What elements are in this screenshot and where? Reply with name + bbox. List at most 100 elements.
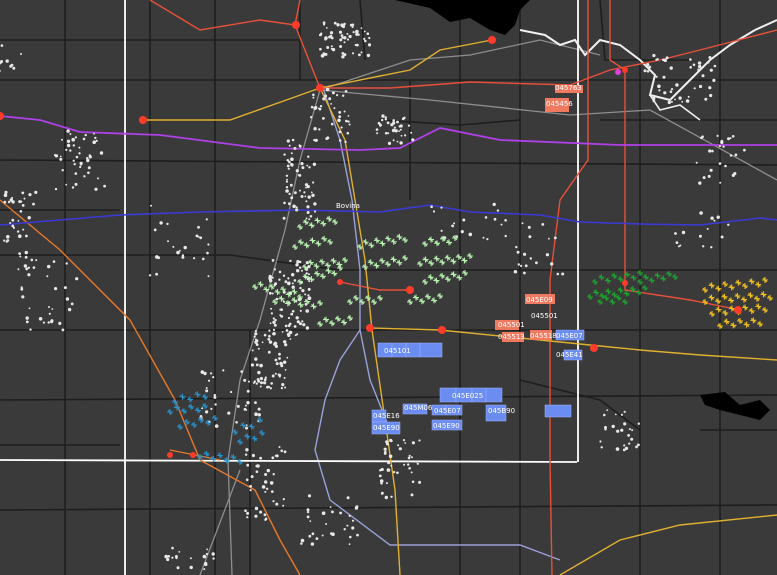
pipeline-node[interactable]: [488, 36, 496, 44]
well-dot: [709, 93, 713, 98]
well-dot: [92, 140, 96, 144]
well-dot: [4, 190, 8, 194]
well-dot: [692, 63, 696, 67]
well-dot: [727, 223, 730, 226]
well-dot: [658, 89, 661, 92]
well-dot: [713, 64, 717, 68]
pipeline-node[interactable]: [337, 279, 343, 285]
well-dot: [24, 250, 28, 255]
well-dot: [627, 434, 630, 437]
well-dot: [213, 395, 217, 399]
well-dot: [407, 456, 411, 460]
pipeline-node[interactable]: [734, 306, 742, 314]
well-dot: [418, 439, 421, 442]
pipeline-node[interactable]: [622, 280, 628, 286]
well-dot: [259, 376, 263, 381]
well-dot: [346, 131, 350, 135]
well-dot: [61, 328, 65, 332]
well-dot: [545, 253, 550, 257]
well-dot: [281, 383, 285, 387]
map-frame[interactable]: 045763 045456 045E09 045501 045501 04551…: [0, 0, 777, 575]
pipeline-node[interactable]: [190, 452, 196, 458]
well-dot: [307, 155, 310, 158]
well-dot: [338, 111, 342, 114]
well-dot: [312, 96, 315, 99]
well-dot: [312, 181, 315, 184]
well-dot: [283, 340, 287, 344]
well-dot: [402, 439, 406, 442]
well-dot: [48, 306, 50, 308]
well-dot: [73, 163, 76, 166]
pipeline-node[interactable]: [438, 326, 446, 334]
lease-label: 045E07: [434, 407, 461, 415]
well-dot: [72, 159, 75, 162]
well-dot: [377, 121, 381, 125]
well-dot: [47, 321, 50, 324]
pipeline-node-magenta[interactable]: [615, 69, 621, 75]
well-dot: [720, 140, 724, 145]
well-dot: [352, 30, 355, 34]
well-dot: [336, 23, 340, 27]
well-dot: [384, 495, 388, 500]
well-dot: [325, 523, 328, 525]
pipeline-node[interactable]: [406, 286, 414, 294]
well-dot: [312, 162, 317, 166]
well-dot: [364, 39, 367, 43]
well-dot: [284, 324, 288, 328]
well-dot: [604, 428, 607, 431]
well-dot: [46, 275, 49, 278]
well-dot: [399, 124, 403, 128]
well-dot: [386, 468, 391, 472]
well-dot: [286, 178, 288, 181]
well-dot: [308, 280, 311, 283]
well-dot: [94, 136, 97, 140]
well-dot: [504, 219, 507, 222]
well-dot: [504, 234, 507, 238]
well-dot: [18, 234, 22, 238]
well-dot: [171, 546, 174, 550]
pipeline-node[interactable]: [366, 324, 374, 332]
well-dot: [306, 510, 310, 514]
pipeline-node[interactable]: [622, 67, 628, 73]
well-dot: [176, 250, 180, 255]
well-dot: [0, 60, 4, 63]
pipeline-node[interactable]: [316, 84, 324, 92]
well-dot: [698, 234, 702, 238]
well-dot: [387, 141, 392, 145]
pipeline-node[interactable]: [139, 116, 147, 124]
well-dot: [304, 183, 309, 187]
well-dot: [697, 68, 700, 71]
well-dot: [20, 53, 22, 55]
well-dot: [324, 37, 327, 41]
well-dot: [65, 297, 70, 301]
well-dot: [674, 232, 677, 235]
well-dot: [25, 320, 29, 324]
well-dot: [527, 225, 531, 229]
pipeline-node[interactable]: [167, 452, 173, 458]
well-dot: [307, 494, 312, 498]
well-dot: [287, 324, 291, 327]
well-dot: [27, 266, 30, 269]
pipeline-node[interactable]: [590, 344, 598, 352]
well-dot: [408, 454, 411, 457]
well-dot: [719, 181, 722, 184]
well-dot: [319, 47, 322, 51]
well-dot: [176, 566, 180, 570]
map-canvas[interactable]: 045763 045456 045E09 045501 045501 04551…: [0, 0, 777, 575]
well-dot: [675, 241, 679, 245]
well-dot: [210, 372, 213, 375]
well-dot: [268, 329, 271, 332]
pipeline-node[interactable]: [292, 21, 300, 29]
well-dot: [615, 447, 620, 451]
well-dot: [86, 158, 90, 163]
well-dot: [235, 421, 238, 424]
well-dot: [167, 240, 169, 243]
well-dot: [287, 167, 290, 170]
well-dot: [309, 215, 313, 218]
well-dot: [207, 275, 210, 278]
well-dot: [65, 148, 68, 151]
well-dot: [255, 339, 259, 343]
well-dot: [80, 163, 83, 166]
well-dot: [79, 165, 82, 169]
well-dot: [246, 389, 250, 393]
